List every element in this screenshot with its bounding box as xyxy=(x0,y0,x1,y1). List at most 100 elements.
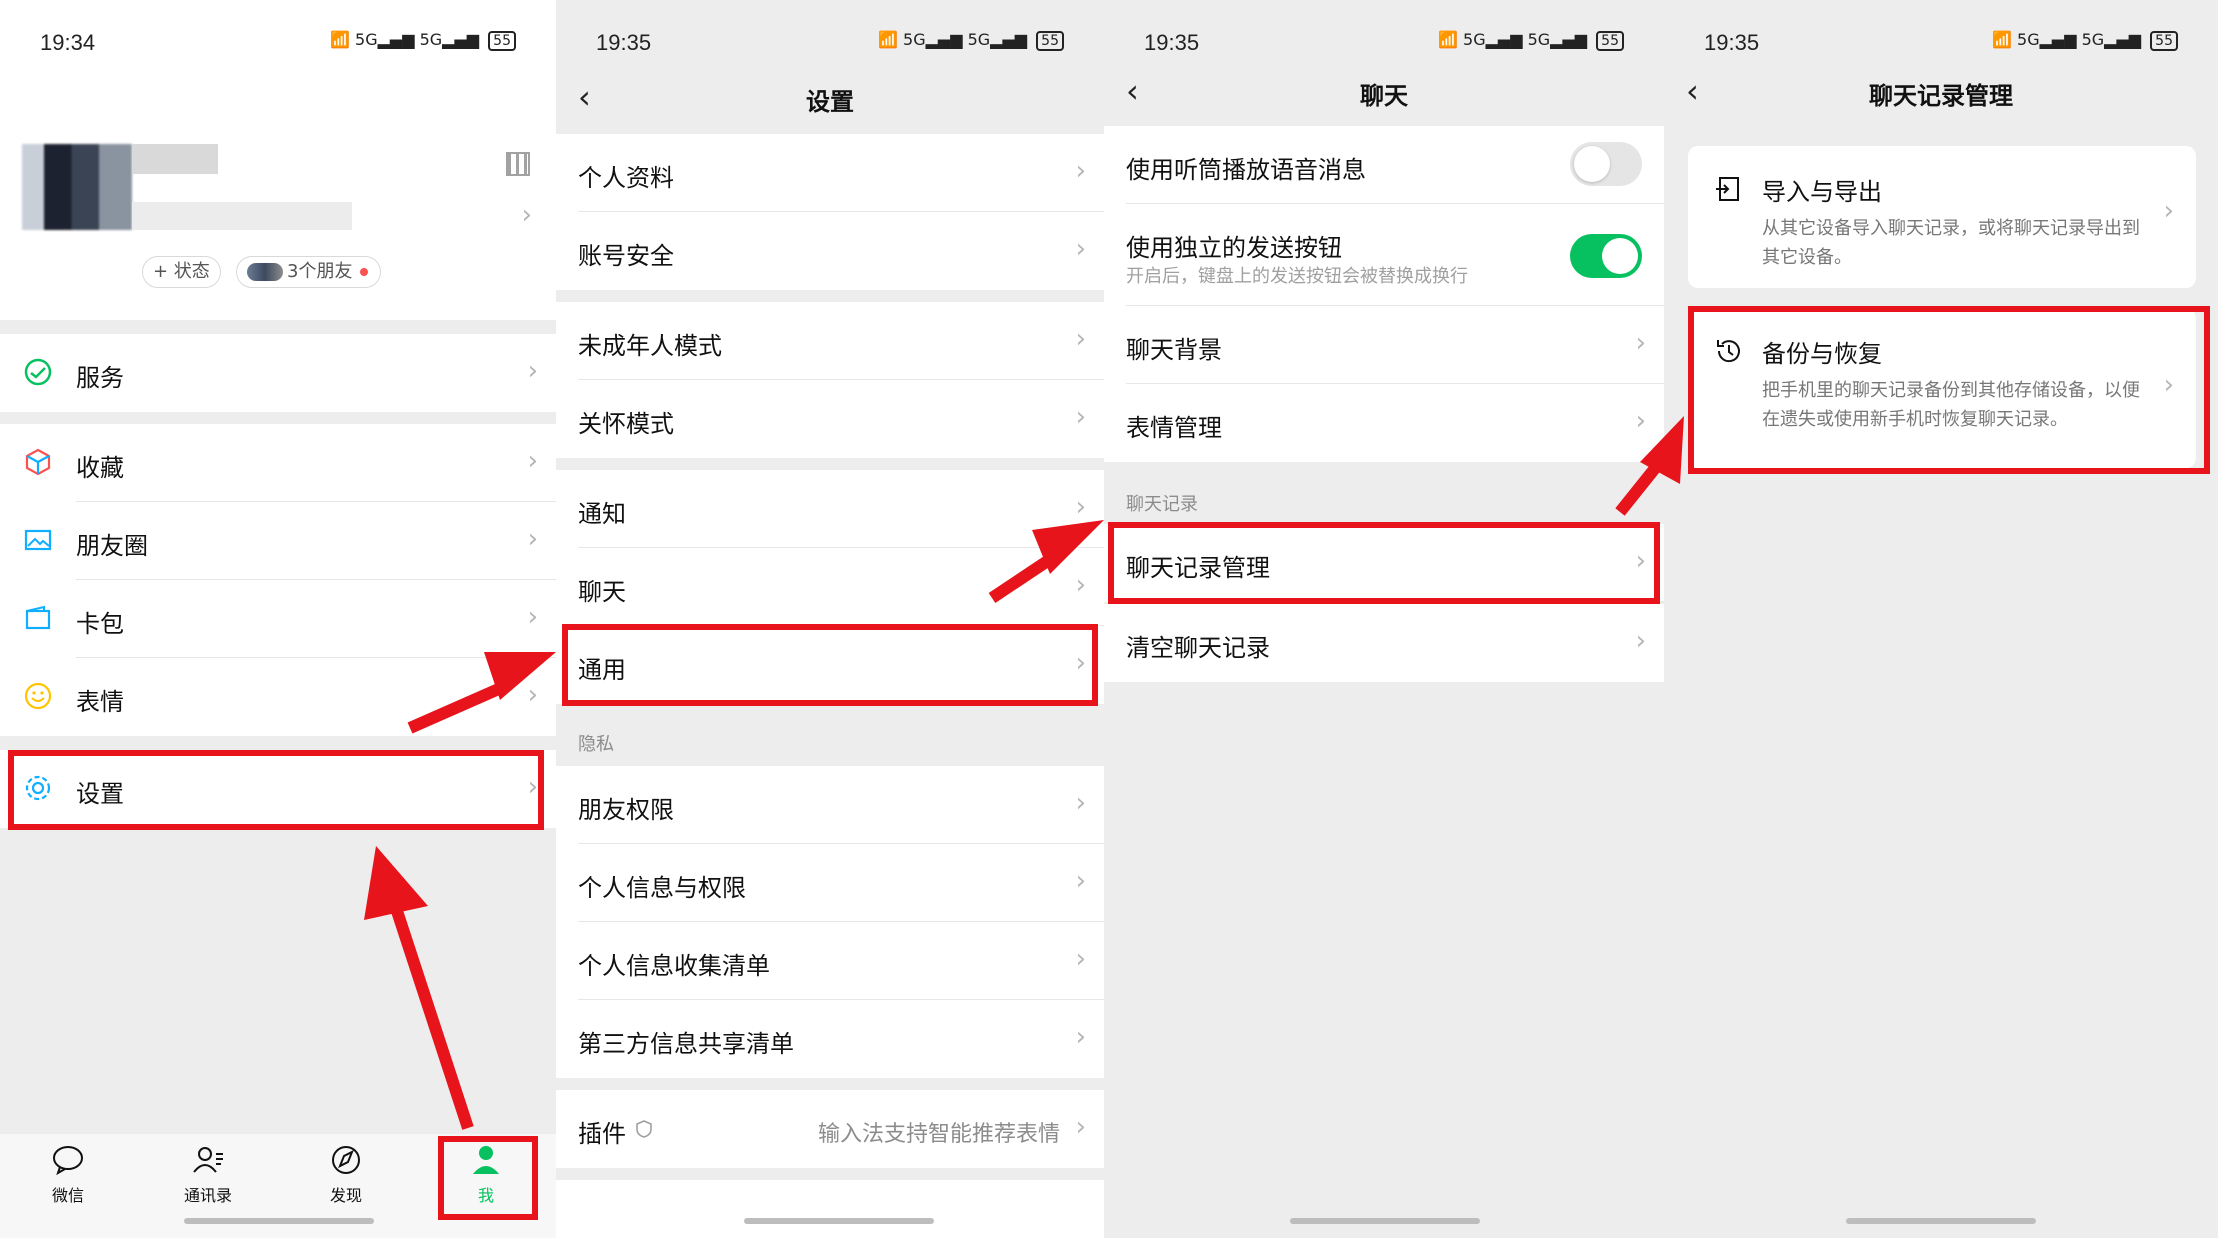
item-label: 第三方信息共享清单 xyxy=(578,1030,794,1058)
menu-item-stickers[interactable]: 表情 › xyxy=(0,658,556,736)
chevron-right-icon: › xyxy=(1635,626,1646,656)
cube-icon xyxy=(25,448,51,476)
card-description: 从其它设备导入聊天记录，或将聊天记录导出到其它设备。 xyxy=(1762,218,2140,268)
friends-pill[interactable]: 3个朋友 xyxy=(236,256,382,288)
home-indicator xyxy=(744,1218,934,1224)
friend-avatars-icon xyxy=(247,263,283,281)
tab-chats[interactable]: 微信 xyxy=(18,1144,118,1206)
earpiece-toggle[interactable] xyxy=(1570,142,1642,186)
profile-header[interactable]: › + 状态 3个朋友 xyxy=(0,90,556,320)
tab-contacts[interactable]: 通讯录 xyxy=(158,1144,258,1206)
menu-label: 卡包 xyxy=(76,610,124,638)
item-label: 聊天背景 xyxy=(1126,336,1222,364)
menu-label: 表情 xyxy=(76,688,124,716)
chat-item-background[interactable]: 聊天背景 › xyxy=(1104,306,1664,384)
chevron-right-icon: › xyxy=(1635,406,1646,436)
chevron-right-icon: › xyxy=(527,446,538,476)
item-label: 插件 xyxy=(578,1120,626,1148)
shield-icon xyxy=(636,1120,652,1138)
me-screen: 19:34 📶 5G▂▄▆ 5G▂▄▆ 55 › + 状态 3个朋友 服务 › … xyxy=(0,0,556,1238)
highlight-backup-restore xyxy=(1688,306,2210,474)
chat-settings-screen: 19:35 📶 5G▂▄▆ 5G▂▄▆ 55 ‹ 聊天 使用听筒播放语音消息 使… xyxy=(1104,0,1664,1238)
qr-code-icon[interactable] xyxy=(506,152,530,176)
red-dot-icon xyxy=(360,268,369,276)
partial-row xyxy=(556,1180,1104,1238)
menu-item-favorites[interactable]: 收藏 › xyxy=(0,424,556,502)
status-time: 19:35 xyxy=(1144,30,1200,55)
settings-item-info-collection-list[interactable]: 个人信息收集清单 › xyxy=(556,922,1104,1000)
nickname-blurred xyxy=(132,144,218,174)
status-time: 19:34 xyxy=(40,30,96,55)
settings-screen: 19:35 📶 5G▂▄▆ 5G▂▄▆ 55 ‹ 设置 个人资料 › 账号安全 … xyxy=(556,0,1104,1238)
section-header-history: 聊天记录 xyxy=(1126,494,1198,515)
tab-label: 微信 xyxy=(51,1186,84,1205)
item-label: 使用独立的发送按钮 xyxy=(1126,234,1342,262)
home-indicator xyxy=(1846,1218,2036,1224)
status-pill[interactable]: + 状态 xyxy=(142,256,221,288)
item-subtitle: 开启后，键盘上的发送按钮会被替换成换行 xyxy=(1126,266,1468,287)
menu-item-service[interactable]: 服务 › xyxy=(0,334,556,412)
page-title: 聊天记录管理 xyxy=(1869,82,2013,110)
friends-pill-label: 3个朋友 xyxy=(287,261,353,282)
nav-bar: ‹ 聊天 xyxy=(1104,56,1664,126)
signal-icons: 📶 5G▂▄▆ 5G▂▄▆ 55 xyxy=(330,30,516,51)
nav-bar: ‹ 聊天记录管理 xyxy=(1664,56,2218,126)
wallet-icon xyxy=(25,605,51,630)
send-button-toggle[interactable] xyxy=(1570,234,1642,278)
settings-item-friend-permissions[interactable]: 朋友权限 › xyxy=(556,766,1104,844)
item-label: 清空聊天记录 xyxy=(1126,634,1270,662)
service-icon xyxy=(24,358,52,386)
home-indicator xyxy=(184,1218,374,1224)
chevron-right-icon: › xyxy=(1075,866,1086,896)
highlight-history-management xyxy=(1108,522,1660,604)
chevron-right-icon: › xyxy=(1635,328,1646,358)
chevron-right-icon: › xyxy=(527,524,538,554)
item-label: 表情管理 xyxy=(1126,414,1222,442)
highlight-me-tab xyxy=(438,1136,538,1220)
item-label: 个人信息与权限 xyxy=(578,874,746,902)
chevron-right-icon: › xyxy=(527,680,538,710)
chevron-right-icon: › xyxy=(1075,944,1086,974)
chat-bubble-icon xyxy=(53,1146,83,1176)
item-label: 个人信息收集清单 xyxy=(578,952,770,980)
chevron-right-icon: › xyxy=(1075,1112,1086,1142)
settings-item-personal-info-permissions[interactable]: 个人信息与权限 › xyxy=(556,844,1104,922)
card-title: 导入与导出 xyxy=(1762,178,1882,206)
import-export-card[interactable]: 导入与导出 从其它设备导入聊天记录，或将聊天记录导出到其它设备。 › xyxy=(1688,146,2196,288)
chat-item-earpiece[interactable]: 使用听筒播放语音消息 xyxy=(1104,126,1664,204)
red-arrow-annotation xyxy=(556,0,1104,760)
chat-history-management-screen: 19:35 📶 5G▂▄▆ 5G▂▄▆ 55 ‹ 聊天记录管理 导入与导出 从其… xyxy=(1664,0,2218,1238)
menu-item-cards[interactable]: 卡包 › xyxy=(0,580,556,658)
import-export-icon xyxy=(1716,177,1739,201)
page-title: 聊天 xyxy=(1360,82,1408,110)
menu-label: 收藏 xyxy=(76,454,124,482)
image-icon xyxy=(24,529,52,551)
tab-discover[interactable]: 发现 xyxy=(296,1144,396,1206)
chevron-right-icon: › xyxy=(2163,196,2174,226)
avatar[interactable] xyxy=(22,144,132,230)
signal-icons: 📶 5G▂▄▆ 5G▂▄▆ 55 xyxy=(1438,30,1624,51)
toggle-knob xyxy=(1602,238,1638,274)
signal-icons: 📶 5G▂▄▆ 5G▂▄▆ 55 xyxy=(1992,30,2178,51)
wechat-id-blurred xyxy=(132,202,352,230)
item-label: 使用听筒播放语音消息 xyxy=(1126,156,1366,184)
status-time: 19:35 xyxy=(1704,30,1760,55)
chevron-right-icon: › xyxy=(1075,1022,1086,1052)
settings-item-third-party-list[interactable]: 第三方信息共享清单 › xyxy=(556,1000,1104,1078)
chat-item-clear-history[interactable]: 清空聊天记录 › xyxy=(1104,604,1664,682)
chat-item-sticker-management[interactable]: 表情管理 › xyxy=(1104,384,1664,462)
tab-label: 通讯录 xyxy=(183,1186,232,1205)
chevron-right-icon: › xyxy=(527,602,538,632)
chevron-right-icon: › xyxy=(527,356,538,386)
smiley-icon xyxy=(24,682,52,710)
menu-item-moments[interactable]: 朋友圈 › xyxy=(0,502,556,580)
plugins-value: 输入法支持智能推荐表情 xyxy=(817,1122,1060,1147)
item-label: 朋友权限 xyxy=(578,796,674,824)
highlight-settings xyxy=(8,750,544,830)
compass-icon xyxy=(332,1146,360,1174)
chevron-right-icon: › xyxy=(1075,788,1086,818)
profile-chevron-icon: › xyxy=(521,200,532,230)
chat-item-send-button[interactable]: 使用独立的发送按钮 开启后，键盘上的发送按钮会被替换成换行 xyxy=(1104,204,1664,306)
settings-item-plugins[interactable]: 插件 输入法支持智能推荐表情 › xyxy=(556,1090,1104,1168)
battery-icon: 55 xyxy=(1596,31,1624,51)
